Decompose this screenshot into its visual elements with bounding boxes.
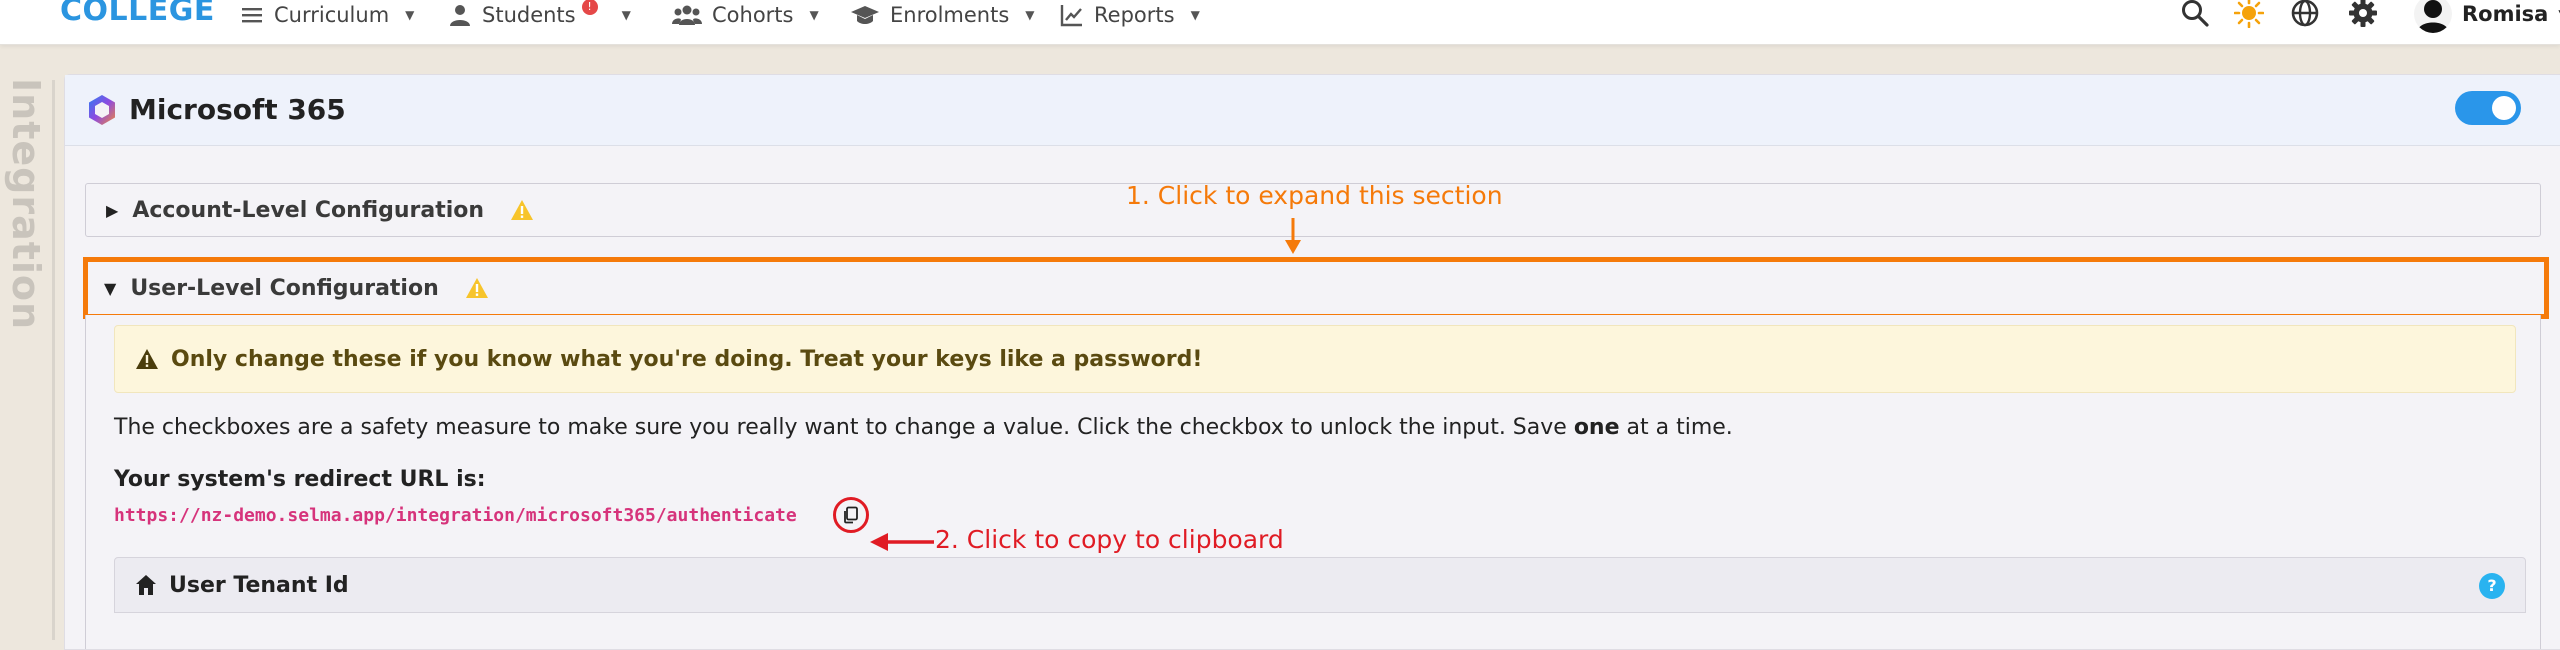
redirect-url-label: Your system's redirect URL is: bbox=[114, 467, 486, 492]
description-pre: The checkboxes are a safety measure to m… bbox=[114, 415, 1574, 440]
integration-rail-label: Integration bbox=[4, 78, 48, 331]
user-menu[interactable]: Romisa ▼ bbox=[2414, 0, 2560, 34]
person-icon bbox=[450, 5, 470, 26]
caret-right-icon: ▶ bbox=[106, 200, 119, 220]
warning-alert: Only change these if you know what you'r… bbox=[114, 325, 2516, 393]
tenant-label: User Tenant Id bbox=[169, 572, 349, 598]
list-icon bbox=[242, 8, 262, 23]
avatar bbox=[2414, 0, 2452, 33]
chevron-down-icon: ▼ bbox=[1025, 8, 1035, 22]
user-level-section-header[interactable]: ▼ User-Level Configuration bbox=[83, 257, 2549, 319]
chart-line-icon bbox=[1060, 5, 1082, 27]
chevron-down-icon: ▼ bbox=[809, 8, 819, 22]
card-header: Microsoft 365 bbox=[65, 75, 2560, 146]
nav-students-label: Students bbox=[482, 3, 576, 27]
nav-enrolments-label: Enrolments bbox=[890, 3, 1010, 27]
nav-enrolments[interactable]: Enrolments ▼ bbox=[850, 0, 1035, 30]
warning-triangle-icon bbox=[136, 349, 158, 369]
rail-divider bbox=[52, 80, 55, 640]
nav-cohorts[interactable]: Cohorts ▼ bbox=[672, 0, 819, 30]
top-navbar: COLLEGE Curriculum ▼ Students ! ▼ Cohort… bbox=[0, 0, 2560, 45]
users-icon bbox=[672, 5, 702, 25]
annotation-step1: 1. Click to expand this section bbox=[1126, 181, 1503, 210]
user-avatar-icon bbox=[2417, 0, 2449, 33]
user-level-section-body: Only change these if you know what you'r… bbox=[85, 315, 2541, 649]
brand-logo[interactable]: COLLEGE bbox=[60, 0, 215, 28]
alert-text: Only change these if you know what you'r… bbox=[171, 346, 1203, 372]
warning-icon bbox=[465, 278, 488, 298]
description-bold: one bbox=[1573, 415, 1620, 440]
sun-icon[interactable] bbox=[2234, 0, 2264, 28]
graduation-cap-icon bbox=[851, 6, 879, 24]
nav-curriculum-label: Curriculum bbox=[274, 3, 390, 27]
caret-down-icon: ▼ bbox=[104, 278, 117, 298]
chevron-down-icon: ▼ bbox=[621, 8, 631, 22]
microsoft365-card: Microsoft 365 ▶ Account-Level Configurat… bbox=[64, 74, 2560, 650]
nav-curriculum[interactable]: Curriculum ▼ bbox=[240, 0, 414, 30]
toggle-knob bbox=[2492, 96, 2516, 120]
section-label: User-Level Configuration bbox=[130, 275, 439, 301]
user-name: Romisa bbox=[2462, 2, 2549, 26]
chevron-down-icon: ▼ bbox=[1190, 8, 1200, 22]
gear-icon[interactable] bbox=[2348, 0, 2378, 28]
integration-enabled-toggle[interactable] bbox=[2455, 91, 2521, 125]
home-icon bbox=[136, 575, 156, 595]
search-icon[interactable] bbox=[2180, 0, 2210, 28]
copy-to-clipboard-button[interactable] bbox=[833, 497, 869, 533]
chevron-down-icon: ▼ bbox=[405, 8, 415, 22]
section-label: Account-Level Configuration bbox=[132, 197, 485, 223]
card-title: Microsoft 365 bbox=[129, 93, 346, 126]
description-text: The checkboxes are a safety measure to m… bbox=[114, 415, 1733, 440]
nav-reports[interactable]: Reports ▼ bbox=[1060, 0, 1200, 30]
nav-students[interactable]: Students ! ▼ bbox=[448, 0, 631, 30]
help-icon[interactable]: ? bbox=[2479, 573, 2505, 599]
nav-cohorts-label: Cohorts bbox=[712, 3, 794, 27]
description-post: at a time. bbox=[1619, 415, 1733, 440]
arrow-down-icon bbox=[1285, 218, 1301, 254]
redirect-url-value: https://nz-demo.selma.app/integration/mi… bbox=[114, 505, 797, 526]
arrow-left-icon bbox=[870, 533, 934, 551]
user-tenant-id-panel: User Tenant Id ? bbox=[114, 557, 2526, 613]
annotation-step2: 2. Click to copy to clipboard bbox=[935, 525, 1284, 554]
warning-icon bbox=[511, 200, 534, 220]
nav-reports-label: Reports bbox=[1094, 3, 1175, 27]
microsoft365-logo-icon bbox=[89, 95, 115, 125]
globe-icon[interactable] bbox=[2290, 0, 2320, 28]
students-alert-badge: ! bbox=[581, 0, 598, 15]
copy-icon bbox=[844, 506, 858, 524]
